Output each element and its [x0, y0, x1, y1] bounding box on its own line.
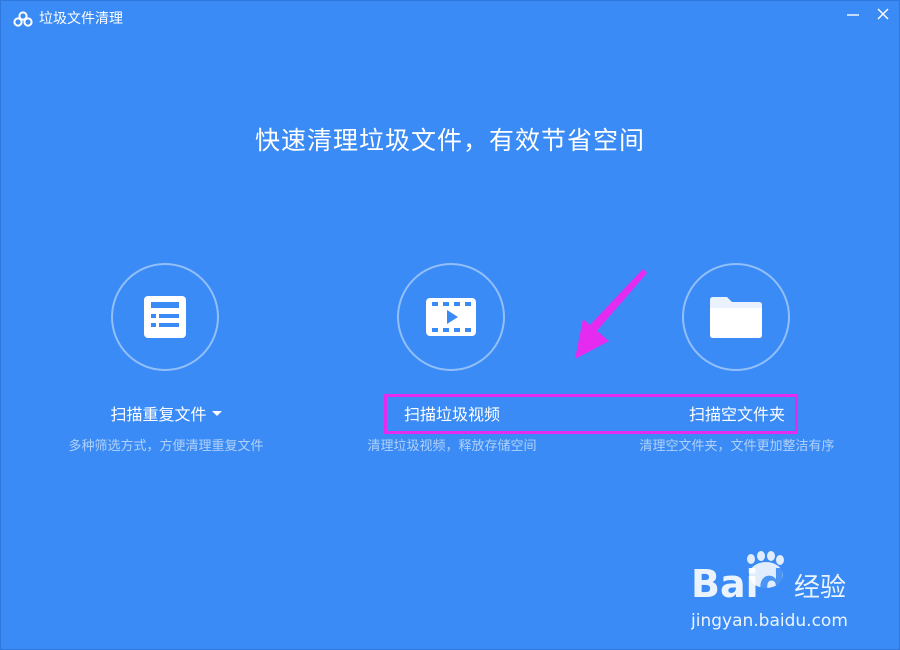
feature-junk-videos: 扫描垃圾视频 清理垃圾视频，释放存储空间: [322, 263, 582, 463]
title-bar[interactable]: 垃圾文件清理: [1, 1, 899, 37]
scan-empty-folders-description: 清理空文件夹，文件更加整洁有序: [639, 439, 835, 454]
scan-videos-circle-button[interactable]: [397, 263, 505, 371]
scan-duplicates-circle-button[interactable]: [111, 263, 219, 371]
junk-cleaner-window: 垃圾文件清理 快速清理垃圾文件，有效节省空间 扫描重复文件 多种筛选方式，方便清…: [0, 0, 900, 650]
feature-duplicate-files: 扫描重复文件 多种筛选方式，方便清理重复文件: [36, 263, 296, 463]
feature-empty-folders: 扫描空文件夹 清理空文件夹，文件更加整洁有序: [607, 263, 867, 463]
close-icon: [877, 8, 889, 20]
scan-duplicates-label: 扫描重复文件: [110, 405, 207, 424]
scan-videos-title[interactable]: 扫描垃圾视频: [322, 404, 582, 426]
paw-logo-icon: [747, 551, 784, 588]
folder-icon: [710, 297, 762, 338]
watermark-url: jingyan.baidu.com: [691, 611, 848, 631]
scan-duplicates-title[interactable]: 扫描重复文件: [36, 404, 296, 426]
scan-duplicates-description: 多种筛选方式，方便清理重复文件: [68, 439, 264, 454]
video-film-icon: [426, 298, 476, 336]
dropdown-caret-icon[interactable]: [211, 411, 222, 416]
window-title: 垃圾文件清理: [39, 11, 123, 27]
watermark-brand-prefix: Bai: [691, 562, 759, 606]
svg-text:Baidu: Baidu: [691, 562, 813, 606]
watermark-brand-cn: 经验: [794, 573, 846, 603]
baidu-jingyan-watermark: Baidu 经验 jingyan.baidu.com: [691, 551, 848, 631]
minimize-icon: [847, 14, 859, 16]
watermark-brand-suffix: du: [759, 562, 813, 606]
close-button[interactable]: [869, 3, 897, 25]
scan-empty-folders-circle-button[interactable]: [682, 263, 790, 371]
page-headline: 快速清理垃圾文件，有效节省空间: [254, 126, 645, 155]
scan-empty-folders-title[interactable]: 扫描空文件夹: [607, 404, 867, 426]
list-document-icon: [144, 296, 186, 338]
cloud-logo-icon: [13, 11, 33, 27]
scan-videos-description: 清理垃圾视频，释放存储空间: [367, 439, 537, 454]
minimize-button[interactable]: [839, 3, 867, 25]
